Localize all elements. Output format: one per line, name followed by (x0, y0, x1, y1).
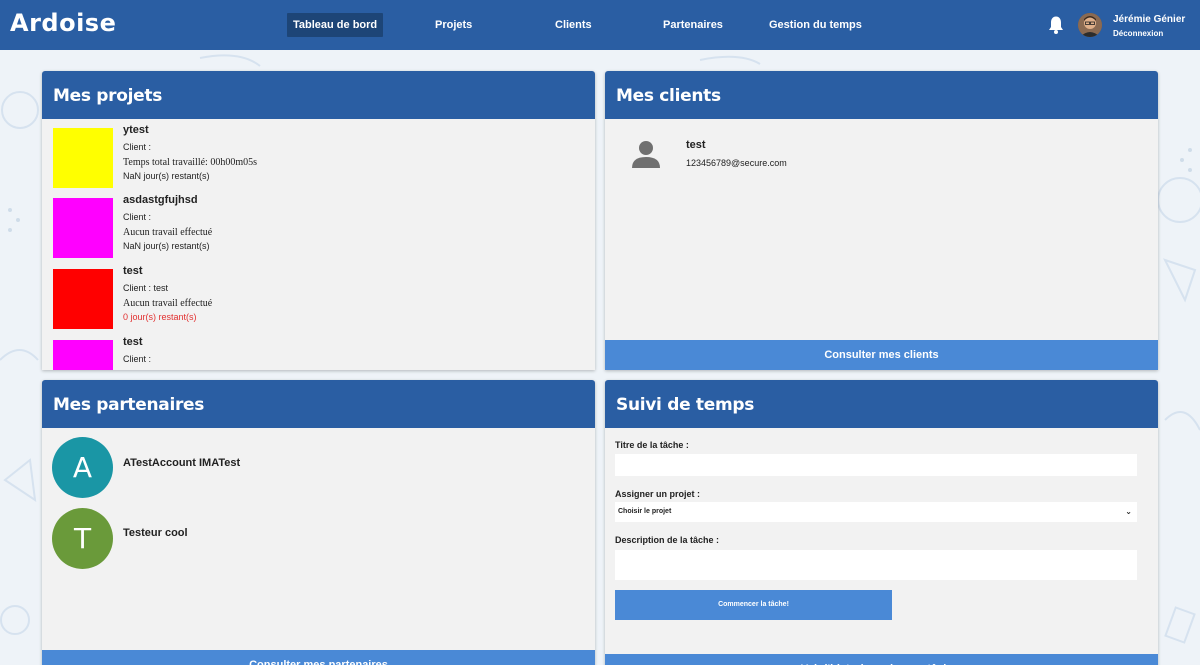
project-client: Client : test (123, 283, 169, 293)
project-color-swatch (53, 198, 113, 258)
clients-panel-title: Mes clients (605, 71, 1158, 119)
partner-name[interactable]: Testeur cool (123, 527, 188, 539)
chevron-down-icon: ⌄ (1125, 507, 1132, 516)
nav-projets[interactable]: Projets (429, 13, 478, 37)
clients-panel: Mes clients test 123456789@secure.com Co… (605, 71, 1158, 370)
partners-panel-title: Mes partenaires (42, 380, 595, 428)
projects-panel-title: Mes projets (42, 71, 595, 119)
project-item[interactable]: test Client : (53, 336, 593, 370)
nav-clients[interactable]: Clients (549, 13, 598, 37)
project-color-swatch (53, 269, 113, 329)
project-item[interactable]: ytest Client : Temps total travaillé: 00… (53, 124, 593, 188)
project-select[interactable]: Choisir le projet ⌄ (615, 502, 1137, 522)
task-description-label: Description de la tâche : (615, 535, 720, 545)
project-work-time: Aucun travail effectué (123, 298, 213, 309)
partner-name[interactable]: ATestAccount IMATest (123, 457, 240, 469)
project-work-time: Aucun travail effectué (123, 227, 213, 238)
view-partners-button[interactable]: Consulter mes partenaires (42, 650, 595, 665)
client-name[interactable]: test (686, 139, 706, 151)
project-days-remaining: 0 jour(s) restant(s) (123, 312, 197, 322)
nav-gestion-du-temps[interactable]: Gestion du temps (763, 13, 868, 37)
user-avatar[interactable] (1078, 13, 1102, 37)
project-name: test (123, 265, 143, 277)
start-task-button[interactable]: Commencer la tâche! (615, 590, 892, 620)
projects-panel: Mes projets ytest Client : Temps total t… (42, 71, 595, 370)
project-client: Client : (123, 354, 152, 364)
task-history-button[interactable]: Voir l'historique de mes tâches (605, 654, 1158, 665)
project-days-remaining: NaN jour(s) restant(s) (123, 241, 210, 251)
nav-partenaires[interactable]: Partenaires (657, 13, 729, 37)
project-item[interactable]: asdastgfujhsd Client : Aucun travail eff… (53, 194, 593, 258)
project-name: asdastgfujhsd (123, 194, 198, 206)
logout-link[interactable]: Déconnexion (1113, 29, 1163, 38)
project-name: ytest (123, 124, 149, 136)
project-select-value: Choisir le projet (618, 508, 672, 515)
partners-panel: Mes partenaires A ATestAccount IMATest T… (42, 380, 595, 665)
top-navigation-bar: Ardoise Tableau de bord Projets Clients … (0, 0, 1200, 50)
task-title-input[interactable] (615, 454, 1137, 476)
nav-tableau-de-bord[interactable]: Tableau de bord (287, 13, 384, 37)
project-client: Client : (123, 142, 152, 152)
project-client: Client : (123, 212, 152, 222)
user-name[interactable]: Jérémie Génier (1113, 14, 1185, 25)
task-title-label: Titre de la tâche : (615, 440, 689, 450)
assign-project-label: Assigner un projet : (615, 489, 701, 499)
time-tracking-panel: Suivi de temps Titre de la tâche : Assig… (605, 380, 1158, 665)
partner-avatar[interactable]: T (52, 508, 113, 569)
project-name: test (123, 336, 143, 348)
project-work-time: Temps total travaillé: 00h00m05s (123, 157, 257, 168)
project-color-swatch (53, 128, 113, 188)
task-description-input[interactable] (615, 550, 1137, 580)
project-item[interactable]: test Client : test Aucun travail effectu… (53, 265, 593, 329)
view-clients-button[interactable]: Consulter mes clients (605, 340, 1158, 370)
time-tracking-panel-title: Suivi de temps (605, 380, 1158, 428)
partner-avatar[interactable]: A (52, 437, 113, 498)
user-icon (632, 140, 660, 168)
app-logo[interactable]: Ardoise (10, 9, 116, 37)
client-email: 123456789@secure.com (686, 158, 787, 168)
project-days-remaining: NaN jour(s) restant(s) (123, 171, 210, 181)
project-color-swatch (53, 340, 113, 370)
bell-icon[interactable] (1047, 15, 1065, 35)
